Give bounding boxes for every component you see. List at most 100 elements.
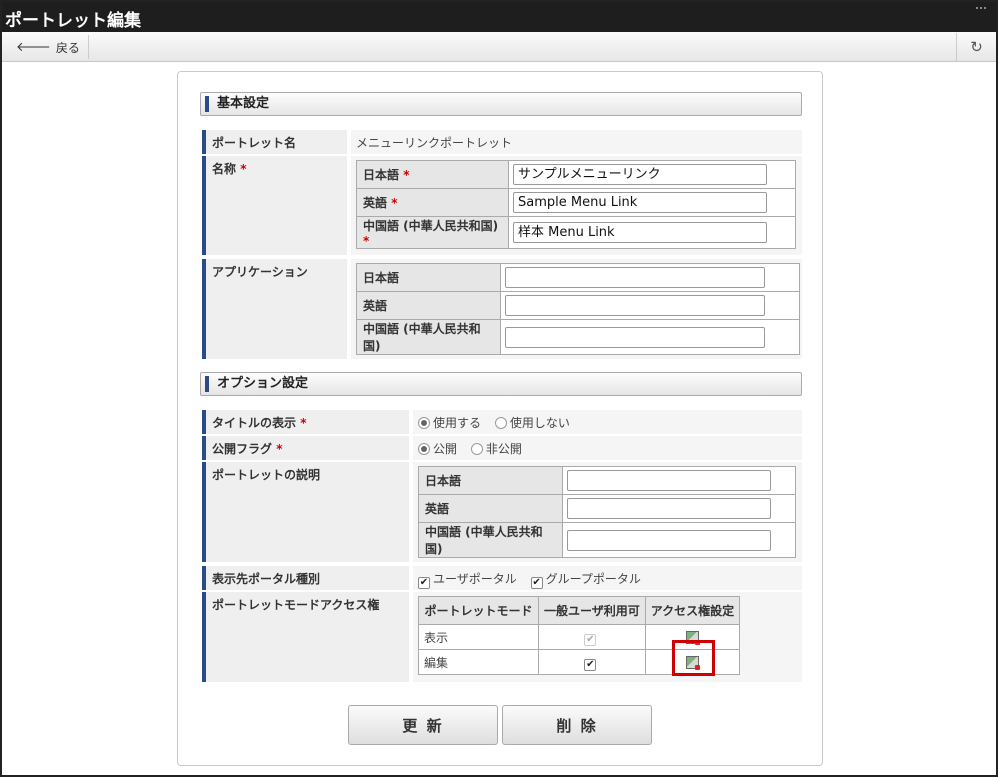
checkbox-checked-icon[interactable]: ✔ — [418, 577, 430, 589]
delete-button[interactable]: 削 除 — [502, 705, 652, 745]
portal-type-options: ✔ ユーザポータル ✔ グループポータル — [413, 566, 802, 590]
toolbar: 🡐 戻る ↻ — [2, 32, 996, 62]
name-fields: 日本語 * サンプルメニューリンク 英語 * Sample Menu Link … — [351, 156, 802, 255]
app-row-ja: 日本語 — [356, 263, 800, 292]
lang-label: 中国語 (中華人民共和国) — [418, 522, 563, 558]
application-table: 日本語 英語 中国語 (中華人民共和国) — [356, 263, 800, 355]
name-table: 日本語 * サンプルメニューリンク 英語 * Sample Menu Link … — [356, 160, 796, 249]
radio-icon[interactable] — [470, 443, 483, 455]
mode-column-header: ポートレットモード — [418, 596, 539, 625]
name-row-en: 英語 * Sample Menu Link — [356, 188, 796, 217]
highlight-box — [672, 640, 715, 676]
application-label: アプリケーション — [202, 259, 347, 359]
portlet-name-value: メニューリンクポートレット — [351, 130, 802, 154]
back-label: 戻る — [55, 40, 80, 55]
name-row-zh: 中国語 (中華人民共和国) * 样本 Menu Link — [356, 216, 796, 249]
app-row-zh: 中国語 (中華人民共和国) — [356, 319, 800, 355]
name-zh-input[interactable]: 样本 Menu Link — [513, 222, 767, 243]
required-mark: * — [240, 162, 247, 176]
refresh-icon: ↻ — [970, 38, 983, 56]
radio-selected-icon[interactable] — [418, 417, 430, 429]
name-zh-cell: 样本 Menu Link — [508, 216, 796, 249]
public-flag-label: 公開フラグ * — [202, 436, 409, 460]
name-ja-cell: サンプルメニューリンク — [508, 160, 796, 189]
lang-label: 中国語 (中華人民共和国) — [356, 319, 501, 355]
desc-zh-cell — [562, 522, 796, 558]
name-label-text: 名称 — [212, 162, 237, 176]
portlet-name-label: ポートレット名 — [202, 130, 347, 154]
app-row-en: 英語 — [356, 291, 800, 320]
app-zh-input[interactable] — [505, 326, 765, 348]
section-header-basic: 基本設定 — [200, 92, 802, 116]
row-portal-type: 表示先ポータル種別 ✔ ユーザポータル ✔ グループポータル — [202, 566, 802, 590]
app-zh-cell — [500, 319, 800, 355]
user-available-view-cell: ✔ — [538, 624, 646, 650]
name-en-cell: Sample Menu Link — [508, 188, 796, 217]
name-row-ja: 日本語 * サンプルメニューリンク — [356, 160, 796, 189]
lang-label: 英語 * — [356, 188, 509, 217]
desc-row-en: 英語 — [418, 494, 796, 523]
title-display-label: タイトルの表示 * — [202, 410, 409, 434]
lang-label: 英語 — [356, 291, 501, 320]
lang-label: 英語 — [418, 494, 563, 523]
lang-label: 日本語 * — [356, 160, 509, 189]
description-label: ポートレットの説明 — [202, 462, 409, 562]
private-option[interactable]: 非公開 — [470, 442, 522, 456]
row-portlet-name: ポートレット名 メニューリンクポートレット — [202, 130, 802, 154]
section-header-options: オプション設定 — [200, 372, 802, 396]
application-fields: 日本語 英語 中国語 (中華人民共和国) — [351, 259, 802, 359]
group-portal-option[interactable]: ✔ グループポータル — [530, 572, 641, 589]
checkbox-checked-icon[interactable]: ✔ — [584, 658, 597, 671]
desc-row-ja: 日本語 — [418, 466, 796, 495]
checkbox-disabled-icon: ✔ — [584, 633, 597, 646]
public-flag-options: 公開 非公開 — [413, 436, 802, 460]
name-ja-input[interactable]: サンプルメニューリンク — [513, 164, 767, 185]
public-option[interactable]: 公開 — [418, 442, 457, 456]
app-ja-input[interactable] — [505, 267, 765, 288]
app-ja-cell — [500, 263, 800, 292]
lang-label: 日本語 — [356, 263, 501, 292]
title-bar: ポートレット編集 — [2, 2, 996, 32]
app-en-cell — [500, 291, 800, 320]
desc-en-input[interactable] — [567, 498, 771, 519]
window-frame: ポートレット編集 🡐 戻る ↻ 基本設定 ポートレット名 メニューリンクポートレ… — [0, 0, 998, 777]
row-title-display: タイトルの表示 * 使用する 使用しない — [202, 410, 802, 434]
mode-access-fields: ポートレットモード 一般ユーザ利用可 アクセス権設定 表示 ✔ 編集 ✔ — [413, 592, 802, 682]
radio-icon[interactable] — [494, 417, 507, 429]
window-menu-icon[interactable] — [976, 7, 986, 11]
update-button[interactable]: 更 新 — [348, 705, 498, 745]
user-portal-option[interactable]: ✔ ユーザポータル — [418, 572, 517, 589]
radio-selected-icon[interactable] — [418, 443, 430, 455]
form-panel: 基本設定 ポートレット名 メニューリンクポートレット 名称 * 日本語 * サン… — [177, 71, 823, 766]
name-en-input[interactable]: Sample Menu Link — [513, 192, 767, 213]
mode-name-view: 表示 — [418, 624, 539, 650]
arrow-left-icon: 🡐 — [16, 40, 51, 55]
lang-label: 中国語 (中華人民共和国) * — [356, 216, 509, 249]
desc-ja-input[interactable] — [567, 470, 771, 491]
checkbox-checked-icon[interactable]: ✔ — [530, 577, 543, 589]
desc-en-cell — [562, 494, 796, 523]
access-settings-column-header: アクセス権設定 — [644, 596, 741, 625]
title-display-options: 使用する 使用しない — [413, 410, 802, 434]
mode-name-edit: 編集 — [418, 649, 539, 675]
description-fields: 日本語 英語 中国語 (中華人民共和国) — [413, 462, 802, 562]
back-button[interactable]: 🡐 戻る — [8, 35, 89, 59]
desc-row-zh: 中国語 (中華人民共和国) — [418, 522, 796, 558]
row-name: 名称 * 日本語 * サンプルメニューリンク 英語 * Sample Menu … — [202, 156, 802, 255]
name-label: 名称 * — [202, 156, 347, 255]
title-display-nouse-option[interactable]: 使用しない — [494, 416, 570, 430]
row-public-flag: 公開フラグ * 公開 非公開 — [202, 436, 802, 460]
lang-label: 日本語 — [418, 466, 563, 495]
description-table: 日本語 英語 中国語 (中華人民共和国) — [418, 466, 796, 558]
title-display-use-option[interactable]: 使用する — [418, 416, 481, 430]
user-available-edit-cell: ✔ — [538, 649, 646, 675]
row-description: ポートレットの説明 日本語 英語 中国語 (中華人民共和国) — [202, 462, 802, 562]
portal-type-label: 表示先ポータル種別 — [202, 566, 409, 590]
user-available-column-header: 一般ユーザ利用可 — [538, 596, 646, 625]
desc-zh-input[interactable] — [567, 529, 771, 551]
app-en-input[interactable] — [505, 295, 765, 316]
refresh-button[interactable]: ↻ — [956, 33, 996, 61]
window-title: ポートレット編集 — [5, 11, 141, 31]
desc-ja-cell — [562, 466, 796, 495]
row-application: アプリケーション 日本語 英語 中国語 (中華人民共和国) — [202, 259, 802, 359]
